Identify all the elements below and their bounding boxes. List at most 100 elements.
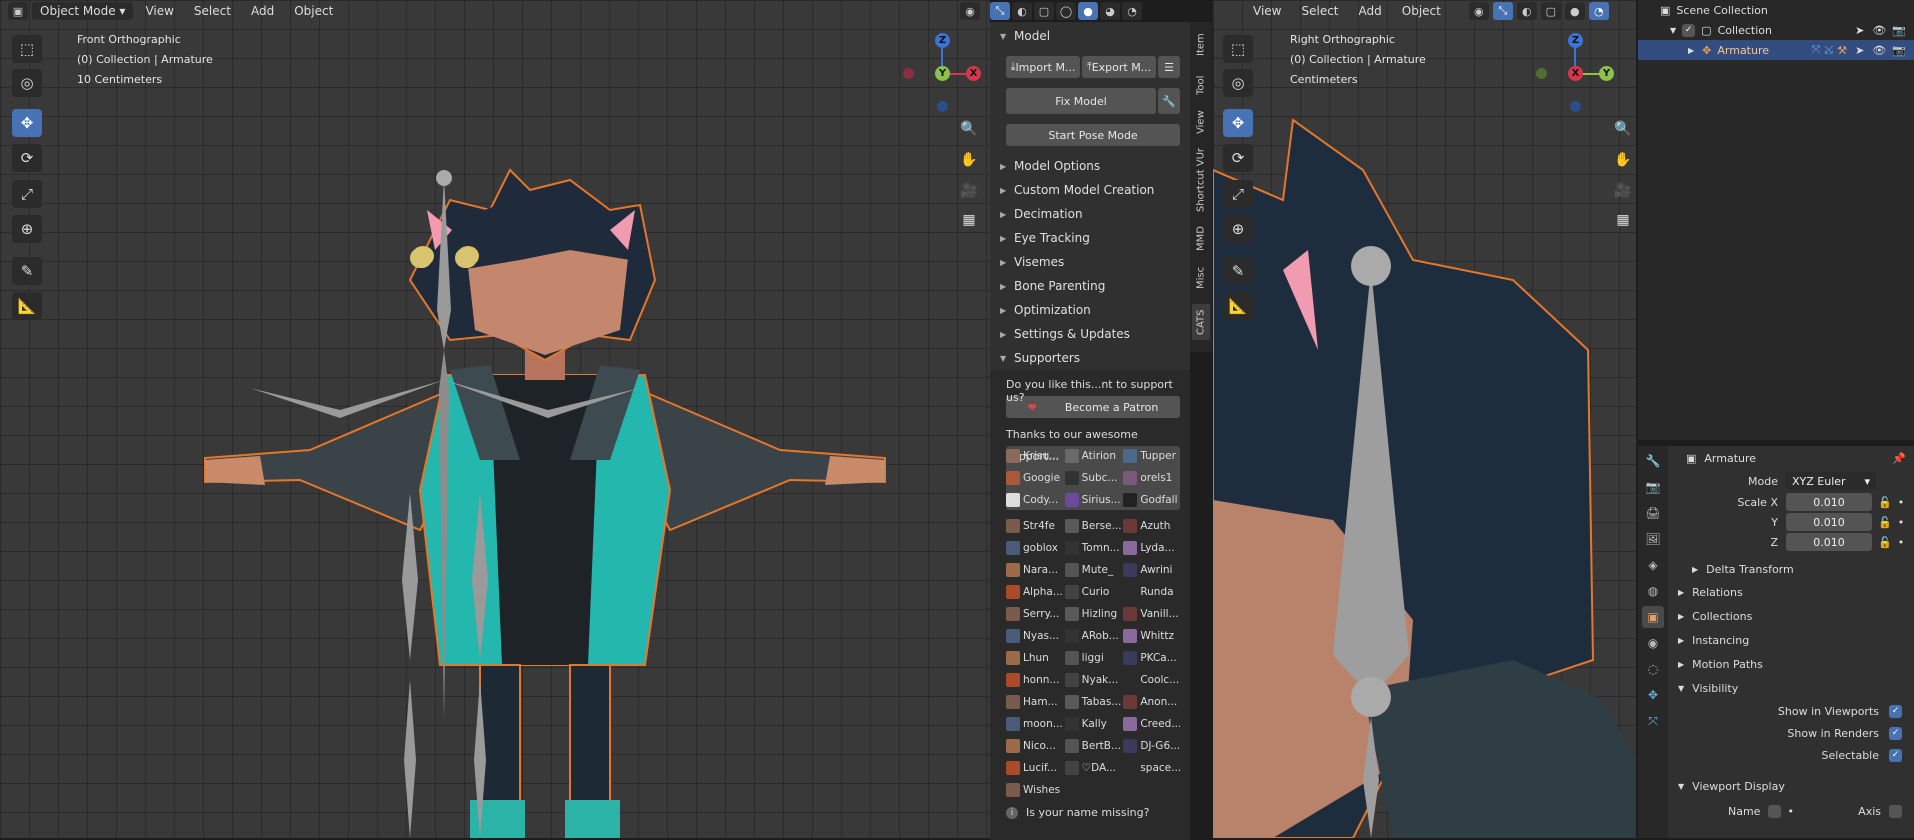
supporter-item[interactable]: Krisu...	[1006, 446, 1063, 466]
supporter-item[interactable]: moon...	[1006, 714, 1063, 734]
scale-x-field[interactable]: 0.010	[1786, 493, 1872, 511]
supporter-item[interactable]: Sirius...	[1064, 490, 1122, 510]
move-tool-icon[interactable]: ✥	[12, 109, 42, 137]
lock-icon[interactable]: 🔓	[1878, 536, 1892, 549]
select-box-tool-icon[interactable]: ⬚	[12, 35, 42, 63]
menu-object[interactable]: Object	[286, 4, 341, 18]
tab-tool[interactable]: Tool	[1192, 70, 1210, 100]
supporter-item[interactable]: BertB...	[1064, 736, 1122, 756]
delta-transform-section[interactable]: ▶ Delta Transform	[1668, 558, 1914, 580]
editor-type-icon[interactable]: ▣	[8, 2, 28, 20]
relations-section[interactable]: ▶ Relations	[1668, 580, 1914, 604]
view-layer-icon[interactable]: 🖼	[1642, 528, 1664, 550]
supporter-item[interactable]: Anon...	[1123, 692, 1180, 712]
supporter-item[interactable]: orels1	[1123, 468, 1180, 488]
supporter-item[interactable]: Coolc...	[1123, 670, 1180, 690]
menu-add[interactable]: Add	[1351, 4, 1390, 18]
gizmo-neg-y-icon[interactable]	[1536, 68, 1547, 79]
section-settings-updates[interactable]: ▶ Settings & Updates	[990, 322, 1190, 346]
section-eye-tracking[interactable]: ▶ Eye Tracking	[990, 226, 1190, 250]
outliner-scene-collection[interactable]: ▣ Scene Collection	[1638, 0, 1914, 20]
collections-section[interactable]: ▶ Collections	[1668, 604, 1914, 628]
supporter-item[interactable]: Cody...	[1006, 490, 1063, 510]
select-box-tool-icon[interactable]: ⬚	[1223, 35, 1253, 63]
menu-add[interactable]: Add	[243, 4, 282, 18]
eye-icon[interactable]: 👁	[1872, 24, 1886, 37]
supporter-item[interactable]: Creed...	[1123, 714, 1180, 734]
rotate-tool-icon[interactable]: ⟳	[12, 144, 42, 172]
name-missing-row[interactable]: i Is your name missing?	[1006, 806, 1180, 819]
import-model-button[interactable]: ⤓ Import M...	[1006, 56, 1080, 78]
wireframe-shading-icon[interactable]: ◯	[1056, 2, 1076, 20]
gizmo-x-icon[interactable]: X	[1568, 66, 1583, 81]
ortho-grid-icon[interactable]: ▦	[957, 208, 981, 232]
solid-shading-icon[interactable]: ●	[1564, 2, 1585, 20]
camera-icon[interactable]: 📷	[1892, 24, 1906, 37]
show-in-renders-checkbox[interactable]: ✓	[1889, 726, 1902, 740]
supporter-item[interactable]: Alpha...	[1006, 582, 1063, 602]
scale-y-field[interactable]: 0.010	[1786, 513, 1872, 531]
gizmo-x-icon[interactable]: X	[966, 66, 981, 81]
annotate-tool-icon[interactable]: ✎	[12, 257, 42, 285]
outliner-collection[interactable]: ▼ ✓ ▢ Collection ➤ 👁 📷	[1638, 20, 1914, 40]
physics-icon[interactable]: ◌	[1642, 658, 1664, 680]
render-shading-icon[interactable]: ◔	[1588, 2, 1609, 20]
scale-z-field[interactable]: 0.010	[1786, 533, 1872, 551]
supporter-item[interactable]: Curio	[1064, 582, 1122, 602]
tab-cats[interactable]: CATS	[1192, 304, 1210, 340]
selectable-checkbox[interactable]: ✓	[1889, 748, 1902, 762]
gizmo-toggle-icon[interactable]: ⤡	[1492, 2, 1513, 20]
collection-checkbox[interactable]: ✓	[1682, 23, 1696, 37]
pin-icon[interactable]: 📌	[1892, 452, 1906, 465]
supporter-item[interactable]: Tabas...	[1064, 692, 1121, 712]
section-visemes[interactable]: ▶ Visemes	[990, 250, 1190, 274]
supporter-item[interactable]: ♡DA...	[1064, 758, 1122, 778]
supporter-item[interactable]: Kally	[1064, 714, 1122, 734]
character-model[interactable]	[190, 160, 900, 838]
supporter-item[interactable]: Berse...	[1064, 516, 1121, 536]
menu-select[interactable]: Select	[1293, 4, 1346, 18]
section-supporters[interactable]: ▼ Supporters	[990, 346, 1190, 370]
armature-data-icon[interactable]: ✥	[1642, 684, 1664, 706]
tab-view[interactable]: View	[1192, 106, 1210, 138]
supporter-item[interactable]: DJ-G6...	[1123, 736, 1180, 756]
supporter-item[interactable]: Googie	[1006, 468, 1063, 488]
render-shading-icon[interactable]: ◔	[1122, 2, 1142, 20]
menu-view[interactable]: View	[137, 4, 181, 18]
output-properties-icon[interactable]: 🖨	[1642, 502, 1664, 524]
keyframe-icon[interactable]: •	[1898, 516, 1905, 529]
bone-properties-icon[interactable]: ⤧	[1642, 710, 1664, 732]
tab-mmd[interactable]: MMD	[1192, 224, 1210, 254]
rotation-mode-select[interactable]: XYZ Euler ▾	[1786, 472, 1876, 490]
section-bone-parenting[interactable]: ▶ Bone Parenting	[990, 274, 1190, 298]
supporter-item[interactable]: Serry...	[1006, 604, 1063, 624]
gizmo-z-icon[interactable]: Z	[1568, 33, 1583, 48]
select-icon[interactable]: ➤	[1855, 24, 1864, 37]
measure-tool-icon[interactable]: 📐	[1223, 292, 1253, 320]
gizmo-z-icon[interactable]: Z	[935, 33, 950, 48]
visibility-section[interactable]: ▼ Visibility	[1668, 676, 1914, 700]
supporter-item[interactable]: honn...	[1006, 670, 1063, 690]
scene-properties-icon[interactable]: ◈	[1642, 554, 1664, 576]
transform-tool-icon[interactable]: ⊕	[12, 215, 42, 243]
gizmo-neg-z-icon[interactable]	[937, 101, 948, 112]
supporter-item[interactable]: Nara...	[1006, 560, 1063, 580]
gizmo-y-icon[interactable]: Y	[935, 66, 950, 81]
annotate-tool-icon[interactable]: ✎	[1223, 257, 1253, 285]
move-tool-icon[interactable]: ✥	[1223, 109, 1253, 137]
select-icon[interactable]: ➤	[1855, 44, 1864, 57]
gizmo-toggle-icon[interactable]: ⤡	[990, 2, 1010, 20]
supporter-item[interactable]: Wishes	[1006, 780, 1063, 800]
overlay-toggle-icon[interactable]: ◐	[1012, 2, 1032, 20]
pan-icon[interactable]: ✋	[1611, 148, 1635, 172]
supporter-item[interactable]: Tomn...	[1064, 538, 1122, 558]
section-decimation[interactable]: ▶ Decimation	[990, 202, 1190, 226]
supporter-item[interactable]: Nyas...	[1006, 626, 1063, 646]
hamburger-menu-icon[interactable]: ☰	[1158, 56, 1180, 78]
overlay-toggle-icon[interactable]: ◐	[1516, 2, 1537, 20]
viewport-display-section[interactable]: ▼ Viewport Display	[1668, 772, 1914, 800]
become-patron-button[interactable]: ❤ Become a Patron	[1006, 396, 1180, 418]
keyframe-icon[interactable]: •	[1898, 496, 1905, 509]
cursor-tool-icon[interactable]: ◎	[1223, 69, 1253, 97]
transform-tool-icon[interactable]: ⊕	[1223, 215, 1253, 243]
